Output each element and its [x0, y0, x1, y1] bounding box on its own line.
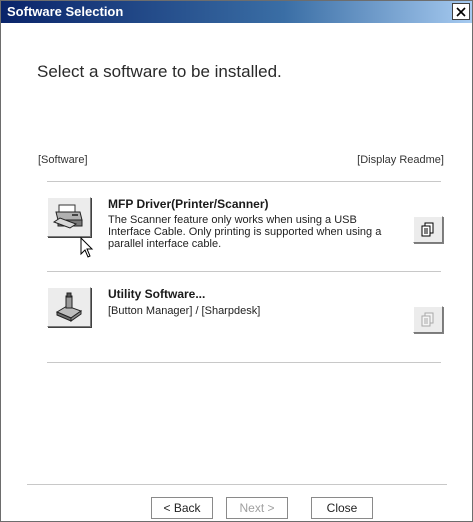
software-column-label: [Software]: [38, 154, 88, 166]
close-icon: [456, 6, 466, 17]
software-selection-window: Software Selection Select a software to …: [0, 0, 473, 522]
mfp-driver-button[interactable]: [47, 197, 91, 237]
display-readme-column-label: [Display Readme]: [357, 154, 444, 166]
mouse-cursor-icon: [80, 237, 94, 258]
utility-software-description: [Button Manager] / [Sharpdesk]: [108, 305, 261, 317]
separator: [47, 181, 441, 182]
back-button[interactable]: < Back: [151, 497, 213, 519]
utility-software-button[interactable]: [47, 287, 91, 327]
mfp-driver-description: The Scanner feature only works when usin…: [108, 214, 382, 250]
utility-software-title: Utility Software...: [108, 287, 206, 301]
close-button[interactable]: Close: [311, 497, 373, 519]
next-button: Next >: [226, 497, 288, 519]
footer-separator: [27, 484, 447, 485]
utility-software-readme-button: [413, 306, 443, 333]
separator: [47, 271, 441, 272]
title-bar[interactable]: Software Selection: [1, 1, 472, 23]
readme-document-icon: [421, 312, 434, 326]
utility-software-icon: [55, 292, 83, 322]
separator: [47, 362, 441, 363]
page-heading: Select a software to be installed.: [37, 62, 282, 81]
mfp-driver-readme-button[interactable]: [413, 216, 443, 243]
mfp-driver-title: MFP Driver(Printer/Scanner): [108, 197, 269, 211]
printer-scanner-icon: [52, 204, 83, 229]
window-title: Software Selection: [7, 4, 124, 19]
readme-document-icon: [421, 222, 434, 236]
close-window-button[interactable]: [452, 3, 470, 20]
